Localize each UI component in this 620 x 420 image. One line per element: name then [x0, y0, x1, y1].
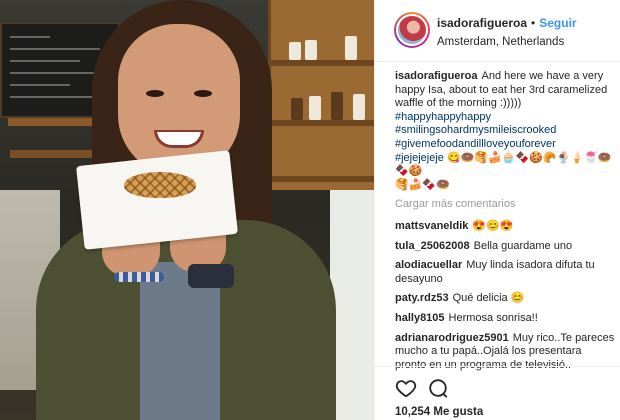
comment-item: tula_25062008 Bella guardame uno	[395, 240, 615, 254]
follow-button[interactable]: Seguir	[539, 16, 576, 30]
author-username[interactable]: isadorafigueroa	[437, 16, 527, 30]
comment-icon[interactable]	[427, 377, 449, 399]
comment-item: mattsvaneldik 😍😊😍	[395, 220, 615, 234]
likes-count[interactable]: 10,254 Me gusta	[395, 406, 483, 418]
wall	[330, 190, 374, 420]
comment-item: hally8105 Hermosa sonrisa!!	[395, 312, 615, 326]
post-side-panel: isadorafigueroa • Seguir Amsterdam, Nether…	[374, 0, 620, 420]
post-actions: 10,254 Me gusta	[375, 366, 620, 420]
comment-text: Hermosa sonrisa!!	[448, 311, 538, 324]
separator-dot: •	[531, 16, 536, 30]
comment-username[interactable]: alodiacuellar	[395, 259, 462, 271]
avatar-image	[396, 14, 428, 46]
load-more-comments[interactable]: Cargar más comentarios	[395, 198, 615, 212]
comment-text: Qué delicia 😊	[452, 292, 525, 305]
comment-username[interactable]: tula_25062008	[395, 240, 470, 252]
napkin	[76, 150, 238, 250]
hashtag-link[interactable]: #happyhappyhappy	[395, 111, 491, 123]
post-author: isadorafigueroa • Seguir	[437, 16, 577, 30]
comment-username[interactable]: paty.rdz53	[395, 292, 449, 304]
caption-username[interactable]: isadorafigueroa	[395, 70, 478, 82]
hashtag-link[interactable]: #givemefoodandillloveyouforever	[395, 138, 556, 150]
comment-username[interactable]: hally8105	[395, 312, 445, 324]
wooden-cabinet	[268, 0, 374, 190]
avatar[interactable]	[394, 12, 430, 48]
hashtag-link[interactable]: #smilingsohardmysmileiscrooked	[395, 124, 556, 136]
comment-username[interactable]: adrianarodriguez5901	[395, 332, 509, 344]
post-photo[interactable]	[0, 0, 374, 420]
comment-item: alodiacuellar Muy linda isadora difuta tu…	[395, 259, 615, 286]
wristwatch	[188, 264, 234, 288]
comment-username[interactable]: mattsvaneldik	[395, 220, 468, 232]
comment-text: 😍😊😍	[472, 219, 514, 232]
post-header: isadorafigueroa • Seguir Amsterdam, Nether…	[375, 0, 620, 62]
comment-text: Bella guardame uno	[473, 239, 573, 252]
heart-icon[interactable]	[395, 377, 417, 399]
location-link[interactable]: Amsterdam, Netherlands	[437, 36, 564, 48]
comments-list: isadorafigueroa And here we have a very h…	[395, 70, 615, 378]
post-caption: isadorafigueroa And here we have a very h…	[395, 70, 615, 192]
stroopwafel	[124, 172, 196, 198]
caption-emoji: 🥞🍰🍫🍩	[395, 178, 450, 191]
bracelet	[114, 272, 164, 282]
comment-item: paty.rdz53 Qué delicia 😊	[395, 292, 615, 306]
hashtag-link[interactable]: #jejejejeje 😋🍩🥞🍰🧁🍫🍪🥐🍨🍦🍧🍩🍫🍪	[395, 152, 611, 178]
